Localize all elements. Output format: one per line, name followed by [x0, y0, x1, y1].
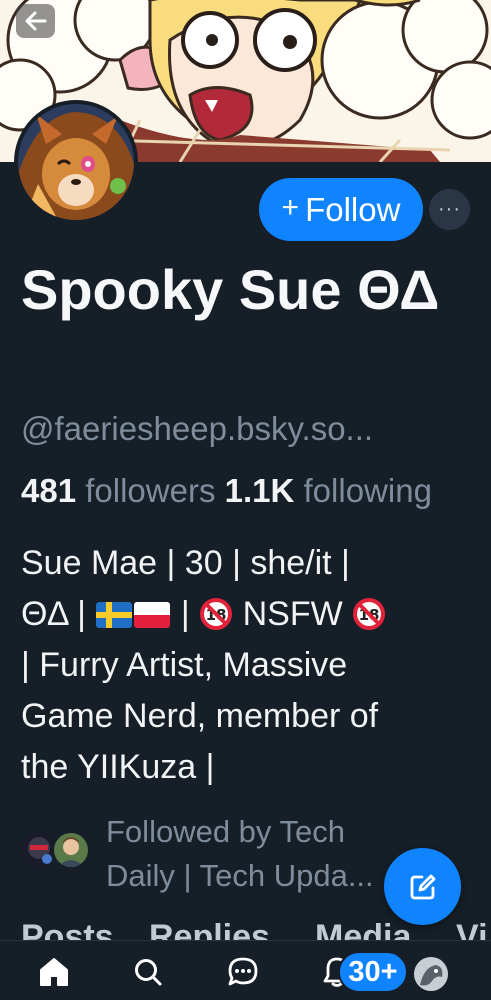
- ellipsis-icon: ···: [438, 198, 461, 220]
- following-label: following: [303, 472, 432, 509]
- profile-stats: 481 followers 1.1K following: [21, 472, 491, 510]
- follower-avatar-image: [22, 833, 56, 867]
- nav-search[interactable]: [131, 955, 165, 989]
- avatar-artwork: [18, 104, 134, 220]
- followed-by-line-1: Followed by Tech: [106, 814, 345, 849]
- follow-button[interactable]: + Follow: [259, 178, 423, 241]
- my-avatar-icon: [414, 957, 448, 991]
- nav-chat[interactable]: [226, 955, 260, 989]
- following-count: 1.1K: [224, 472, 295, 509]
- profile-bio: Sue Mae | 30 | she/it | ΘΔ | | 18 NSFW: [21, 538, 481, 793]
- tab-posts[interactable]: Posts: [21, 918, 114, 940]
- chat-icon: [228, 957, 258, 986]
- no-under-18-icon: 18: [353, 598, 386, 630]
- bio-line-3: | Furry Artist, Massive: [21, 646, 348, 684]
- followers-label: followers: [85, 472, 216, 509]
- nav-profile[interactable]: [414, 957, 448, 991]
- bio-line-4: Game Nerd, member of: [21, 697, 379, 735]
- back-button[interactable]: [16, 4, 55, 38]
- more-options-button[interactable]: ···: [429, 189, 470, 230]
- tab-replies[interactable]: Replies: [149, 918, 270, 940]
- bio-separator: |: [180, 595, 190, 633]
- tab-videos[interactable]: Vi: [456, 918, 488, 940]
- profile-avatar[interactable]: [14, 100, 138, 224]
- notification-badge: 30+: [338, 951, 408, 993]
- following-link[interactable]: 1.1K following: [225, 472, 432, 509]
- profile-handle: @faeriesheep.bsky.so...: [21, 410, 374, 447]
- bio-line-2: ΘΔ | | 18 NSFW 18: [21, 589, 481, 640]
- bio-line-1: Sue Mae | 30 | she/it |: [21, 544, 350, 582]
- compose-post-button[interactable]: [384, 848, 461, 925]
- follower-avatar: [52, 831, 90, 869]
- display-name: Spooky Sue ΘΔ: [21, 258, 440, 321]
- no-under-18-icon: 18: [200, 598, 233, 630]
- bio-line-2-start: ΘΔ |: [21, 595, 86, 633]
- poland-flag-icon: [134, 602, 171, 628]
- follow-label: Follow: [305, 190, 401, 228]
- bio-nsfw: NSFW: [242, 595, 343, 633]
- back-arrow-icon: [25, 11, 46, 31]
- followers-link[interactable]: 481 followers: [21, 472, 215, 509]
- followers-count: 481: [21, 472, 77, 509]
- follower-avatar-image: [54, 833, 88, 867]
- sweden-flag-icon: [96, 602, 133, 628]
- plus-icon: +: [281, 191, 300, 224]
- tab-media[interactable]: Media: [315, 918, 411, 940]
- bio-line-5: the YIIKuza |: [21, 748, 215, 786]
- compose-icon: [410, 874, 435, 899]
- home-icon: [40, 958, 68, 986]
- nav-home[interactable]: [37, 955, 71, 989]
- profile-screen: + Follow ··· Spooky Sue ΘΔ @faeriesheep.…: [0, 0, 491, 1000]
- search-icon: [135, 959, 162, 986]
